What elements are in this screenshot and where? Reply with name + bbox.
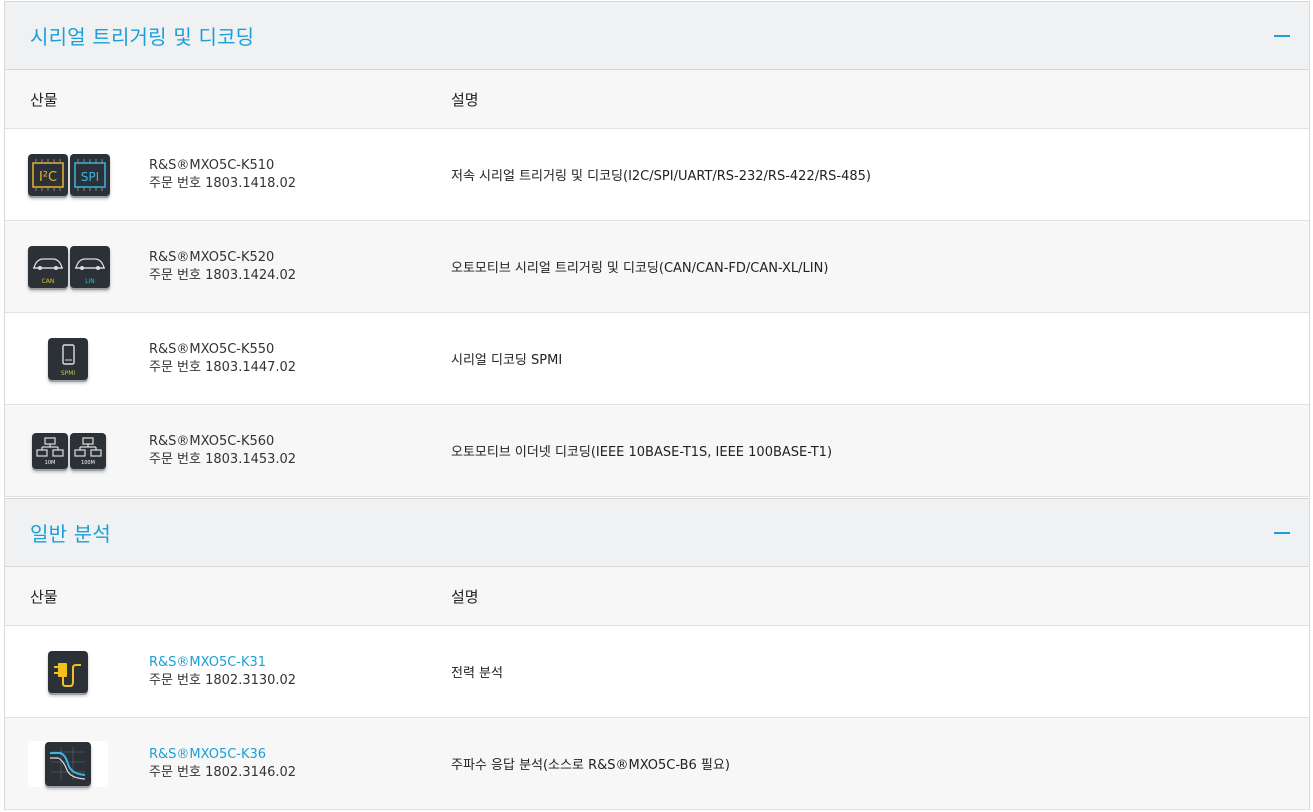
product-link[interactable]: R&S®MXO5C-K36 — [149, 746, 431, 764]
order-number: 주문 번호 1803.1418.02 — [149, 175, 297, 191]
product-description: 오토모티브 이더넷 디코딩(IEEE 10BASE-T1S, IEEE 100B… — [451, 445, 833, 460]
svg-text:SPI: SPI — [81, 170, 99, 184]
icon-label: SPMI — [60, 369, 76, 377]
product-name: R&S®MXO5C-K560 — [149, 433, 275, 449]
order-number: 주문 번호 1802.3130.02 — [149, 672, 297, 688]
section-general-analysis: 일반 분석 산물 설명 R&S®MXO5C-K31 주문 번호 1802.313… — [4, 498, 1310, 810]
frequency-response-icon — [28, 740, 108, 787]
product-description: 주파수 응답 분석(소스로 R&S®MXO5C-B6 필요) — [451, 758, 730, 773]
table-row: 10M 100M R&S®MXO5C-K560 주문 번호 1803.1453.… — [5, 405, 1309, 497]
table-row: SPMI R&S®MXO5C-K550 주문 번호 1803.1447.02 시… — [5, 313, 1309, 405]
order-number: 주문 번호 1803.1447.02 — [149, 359, 297, 375]
product-description: 전력 분석 — [451, 666, 503, 681]
i2c-spi-icon: I²C SPI — [28, 153, 110, 196]
column-header-row: 산물 설명 — [5, 567, 1309, 626]
order-number: 주문 번호 1803.1424.02 — [149, 267, 297, 283]
column-header-row: 산물 설명 — [5, 70, 1309, 129]
icon-label: 100M — [81, 459, 95, 466]
spmi-icon: SPMI — [48, 337, 88, 380]
product-name: R&S®MXO5C-K520 — [149, 249, 275, 265]
section-header[interactable]: 일반 분석 — [5, 498, 1309, 567]
product-description: 오토모티브 시리얼 트리거링 및 디코딩(CAN/CAN-FD/CAN-XL/L… — [451, 261, 829, 276]
table-row: I²C SPI R&S®MXO5C-K510 주문 번호 1803.1418.0… — [5, 129, 1309, 221]
column-header-product: 산물 — [30, 90, 58, 109]
product-link[interactable]: R&S®MXO5C-K31 — [149, 654, 431, 672]
svg-text:I²C: I²C — [39, 170, 57, 185]
product-description: 저속 시리얼 트리거링 및 디코딩(I2C/SPI/UART/RS-232/RS… — [451, 169, 871, 184]
product-description: 시리얼 디코딩 SPMI — [451, 353, 563, 368]
icon-label: 10M — [44, 459, 56, 466]
power-plug-icon — [48, 650, 88, 693]
section-header[interactable]: 시리얼 트리거링 및 디코딩 — [5, 1, 1309, 70]
can-lin-icon: CAN LIN — [28, 245, 110, 288]
section-title: 시리얼 트리거링 및 디코딩 — [30, 25, 255, 49]
product-name: R&S®MXO5C-K550 — [149, 341, 275, 357]
column-header-description: 설명 — [451, 90, 479, 109]
product-name: R&S®MXO5C-K510 — [149, 157, 275, 173]
table-row: R&S®MXO5C-K31 주문 번호 1802.3130.02 전력 분석 — [5, 626, 1309, 718]
column-header-product: 산물 — [30, 587, 58, 606]
section-serial-triggering: 시리얼 트리거링 및 디코딩 산물 설명 I²C SPI R&S®MXO5C-K… — [4, 1, 1310, 497]
ethernet-icon: 10M 100M — [32, 432, 106, 469]
collapse-icon[interactable] — [1274, 34, 1290, 37]
table-row: CAN LIN R&S®MXO5C-K520 주문 번호 1803.1424.0… — [5, 221, 1309, 313]
order-number: 주문 번호 1803.1453.02 — [149, 451, 297, 467]
icon-label: LIN — [85, 277, 95, 285]
section-title: 일반 분석 — [30, 522, 111, 546]
order-number: 주문 번호 1802.3146.02 — [149, 764, 297, 780]
table-row: R&S®MXO5C-K36 주문 번호 1802.3146.02 주파수 응답 … — [5, 718, 1309, 810]
icon-label: CAN — [41, 277, 55, 285]
column-header-description: 설명 — [451, 587, 479, 606]
collapse-icon[interactable] — [1274, 531, 1290, 534]
